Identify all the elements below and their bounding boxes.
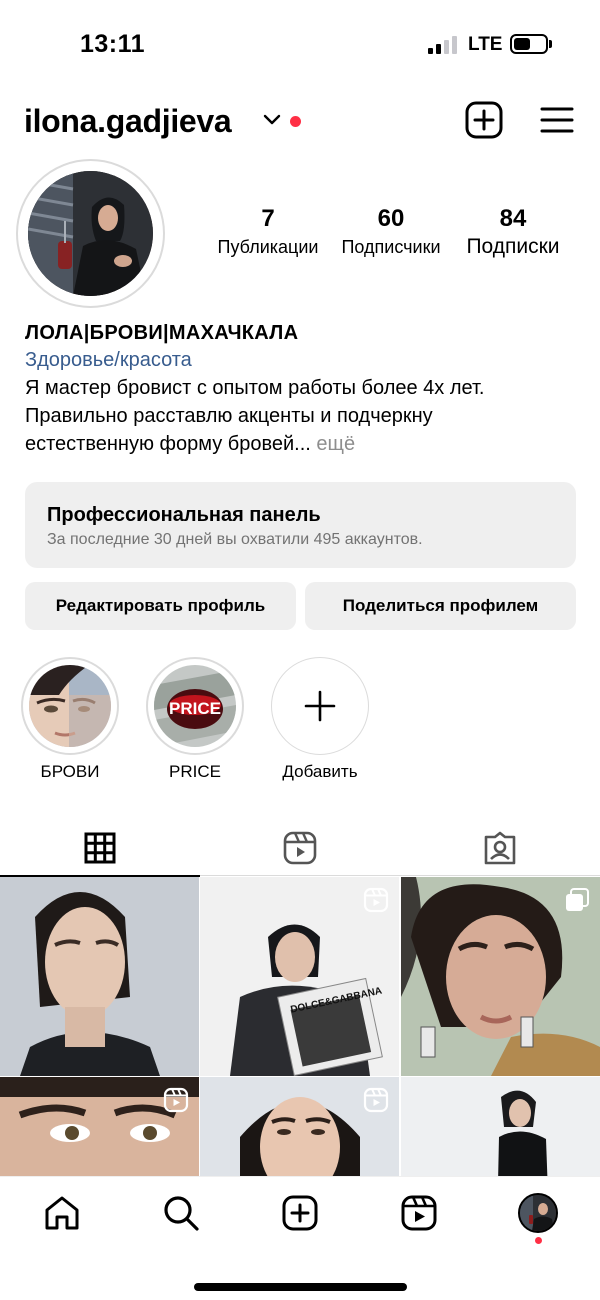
reels-icon: [283, 831, 317, 865]
bio-more-link[interactable]: ещё: [316, 433, 355, 455]
tab-tagged[interactable]: [400, 820, 600, 876]
highlight-ring: [21, 657, 119, 755]
highlight-label: PRICE: [169, 762, 221, 781]
share-profile-button[interactable]: Поделиться профилем: [305, 582, 576, 630]
stat-following[interactable]: 84 Подписки: [438, 205, 588, 261]
display-name: ЛОЛА|БРОВИ|МАХАЧКАЛА: [25, 322, 299, 344]
highlight-brows[interactable]: БРОВИ: [20, 657, 120, 783]
plus-icon: [304, 690, 336, 722]
bio-line-text: естественную форму бровей...: [25, 433, 311, 455]
signal-icon: [428, 36, 458, 54]
reel-badge-icon: [363, 1087, 389, 1113]
tab-grid[interactable]: [0, 820, 200, 877]
post-thumbnail[interactable]: [200, 1077, 399, 1176]
post-thumbnail[interactable]: DOLCE&GABBANA: [200, 877, 399, 1076]
create-icon: [282, 1195, 318, 1231]
highlight-add[interactable]: Добавить: [270, 657, 370, 783]
nav-profile[interactable]: [516, 1191, 560, 1235]
profile-tabs: [0, 820, 600, 877]
profile-notification-dot: [535, 1237, 542, 1244]
dashboard-subtitle: За последние 30 дней вы охватили 495 акк…: [47, 531, 423, 548]
post-thumbnail[interactable]: [0, 877, 199, 1076]
profile-avatar[interactable]: [16, 159, 165, 308]
home-indicator[interactable]: [194, 1283, 407, 1291]
post-grid: DOLCE&GABBANA: [0, 876, 600, 1176]
post-thumbnail[interactable]: [0, 1077, 199, 1176]
post-thumbnail[interactable]: [401, 877, 600, 1076]
following-label: Подписки: [466, 235, 560, 258]
status-bar: 13:11 LTE: [0, 0, 600, 90]
bottom-navigation: [0, 1176, 600, 1300]
reel-badge-icon: [163, 1087, 189, 1113]
highlight-cover: PRICE: [154, 665, 236, 747]
post-thumbnail[interactable]: [401, 1077, 600, 1176]
tab-reels[interactable]: [200, 820, 400, 876]
battery-tip: [549, 40, 552, 48]
nav-reels[interactable]: [397, 1191, 441, 1235]
search-icon: [164, 1196, 199, 1231]
highlight-cover: [29, 665, 111, 747]
create-post-icon[interactable]: [464, 100, 504, 140]
tagged-icon: [484, 831, 516, 865]
battery-icon: [510, 34, 548, 54]
username[interactable]: ilona.gadjieva: [24, 103, 232, 140]
profile-bio: ЛОЛА|БРОВИ|МАХАЧКАЛА Здоровье/красота Я …: [25, 320, 585, 458]
grid-icon: [84, 832, 116, 864]
network-label: LTE: [468, 34, 503, 55]
profile-photo: [28, 171, 153, 296]
notification-dot: [290, 116, 301, 127]
bio-line: Правильно расставлю акценты и подчеркну: [25, 405, 433, 427]
bio-line: естественную форму бровей... ещё: [25, 430, 585, 458]
menu-icon[interactable]: [537, 100, 577, 140]
carousel-badge-icon: [566, 888, 589, 911]
add-highlight-ring: [271, 657, 369, 755]
nav-search[interactable]: [159, 1191, 203, 1235]
dashboard-title: Профессиональная панель: [47, 504, 321, 526]
nav-home[interactable]: [40, 1191, 84, 1235]
price-cover-text: PRICE: [169, 699, 221, 718]
highlight-ring: PRICE: [146, 657, 244, 755]
highlight-label: Добавить: [282, 762, 358, 781]
reels-icon: [401, 1195, 437, 1231]
reel-badge-icon: [363, 887, 389, 913]
status-time: 13:11: [80, 30, 146, 58]
professional-dashboard[interactable]: Профессиональная панель За последние 30 …: [25, 482, 576, 568]
profile-avatar-icon: [518, 1193, 558, 1233]
following-count: 84: [499, 205, 527, 232]
nav-create[interactable]: [278, 1191, 322, 1235]
bio-line: Я мастер бровист с опытом работы более 4…: [25, 377, 485, 399]
edit-profile-button[interactable]: Редактировать профиль: [25, 582, 296, 630]
chevron-down-icon[interactable]: [262, 113, 282, 127]
category-label[interactable]: Здоровье/красота: [25, 346, 585, 374]
highlight-price[interactable]: PRICE PRICE: [145, 657, 245, 783]
home-icon: [45, 1196, 79, 1230]
highlight-label: БРОВИ: [40, 762, 100, 781]
profile-header: ilona.gadjieva: [0, 95, 600, 149]
